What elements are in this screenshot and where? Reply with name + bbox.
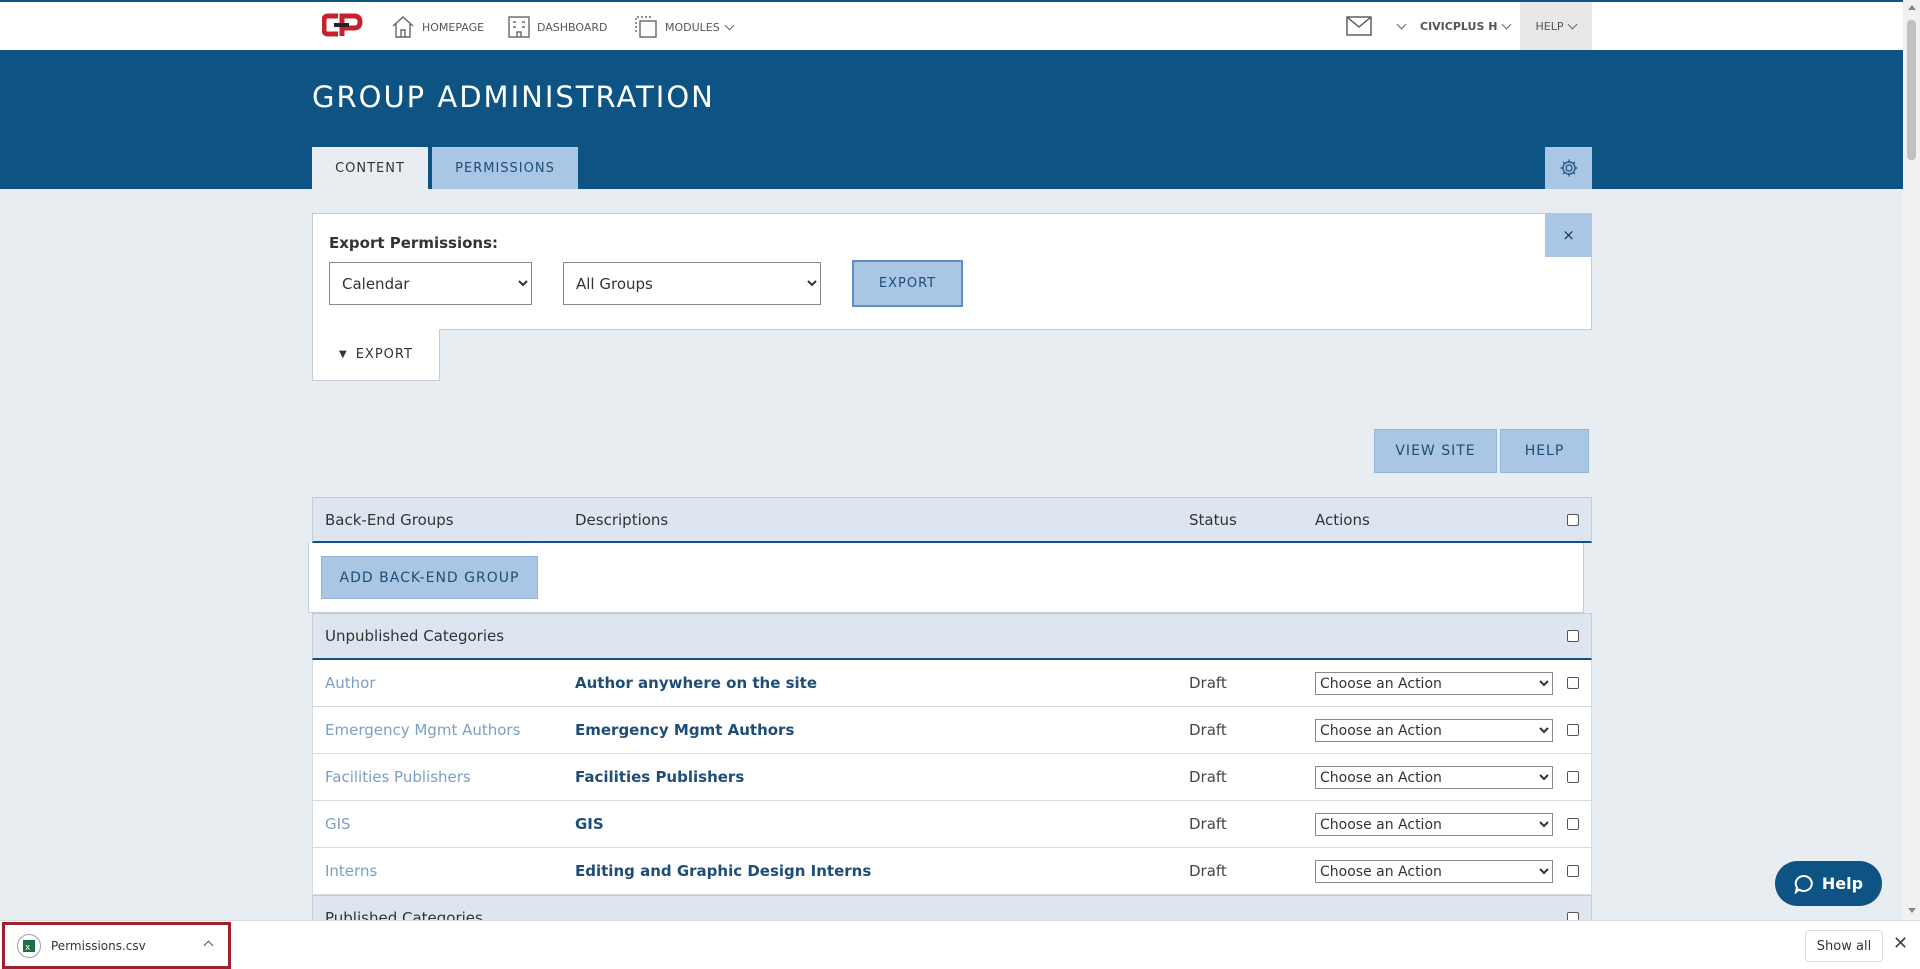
group-description-link[interactable]: GIS [575,815,604,833]
chevron-down-icon [1396,19,1407,29]
download-file-name: Permissions.csv [51,938,146,953]
table-row: Facilities Publishers Facilities Publish… [312,754,1592,801]
chevron-down-icon [1568,19,1578,29]
nav-modules-label: MODULES [665,20,720,34]
group-name-link[interactable]: GIS [325,815,351,833]
building-icon [508,16,530,38]
page-scrollbar[interactable] [1903,0,1920,920]
row-checkbox[interactable] [1567,818,1579,830]
svg-text:x: x [25,943,31,953]
export-toggle-tab[interactable]: ▼ EXPORT [312,329,440,381]
tab-content[interactable]: CONTENT [312,147,428,189]
column-header-status: Status [1189,510,1237,529]
nav-modules[interactable]: MODULES [633,14,735,40]
group-description-link[interactable]: Author anywhere on the site [575,674,817,692]
unpublished-select-checkbox[interactable] [1567,630,1579,642]
scroll-down-arrow-icon[interactable] [1908,908,1916,913]
row-checkbox[interactable] [1567,724,1579,736]
chevron-down-icon [724,20,735,30]
help-chat-label: Help [1821,874,1864,893]
table-row: Interns Editing and Graphic Design Inter… [312,848,1592,895]
select-all-checkbox[interactable] [1567,513,1579,526]
download-item[interactable]: x Permissions.csv [2,922,231,969]
unpublished-categories-row: Unpublished Categories [312,613,1592,660]
close-icon: × [1562,226,1575,244]
group-description-link[interactable]: Facilities Publishers [575,768,744,786]
row-checkbox[interactable] [1567,771,1579,783]
home-icon [392,16,414,38]
chevron-up-icon[interactable] [203,940,214,951]
chevron-down-icon [1501,19,1512,29]
close-download-bar-icon[interactable]: ✕ [1893,935,1908,953]
show-all-downloads-button[interactable]: Show all [1805,930,1883,962]
action-select[interactable]: Choose an Action [1315,813,1553,836]
table-row: Emergency Mgmt Authors Emergency Mgmt Au… [312,707,1592,754]
page-header: GROUP ADMINISTRATION CONTENT PERMISSIONS [0,50,1903,189]
civicplus-logo[interactable] [321,12,364,38]
help-menu[interactable]: HELP [1520,2,1592,50]
settings-button[interactable] [1545,147,1592,189]
action-select[interactable]: Choose an Action [1315,672,1553,695]
download-bar: x Permissions.csv Show all ✕ [0,920,1920,969]
help-button[interactable]: HELP [1500,429,1589,473]
nav-dashboard-label: DASHBOARD [537,20,608,34]
scroll-up-arrow-icon[interactable] [1908,5,1916,10]
module-select[interactable]: Calendar [329,262,532,305]
close-export-panel-button[interactable]: × [1545,213,1592,257]
groups-table: Back-End Groups Descriptions Status Acti… [308,497,1592,942]
add-group-area: ADD BACK-END GROUP [308,543,1584,613]
row-checkbox[interactable] [1567,677,1579,689]
table-row: GIS GIS Draft Choose an Action [312,801,1592,848]
page-title: GROUP ADMINISTRATION [312,80,715,114]
user-name: CIVICPLUS H [1420,19,1498,33]
group-name-link[interactable]: Emergency Mgmt Authors [325,721,520,739]
nav-homepage[interactable]: HOMEPAGE [390,14,484,40]
scrollbar-thumb[interactable] [1907,20,1916,160]
group-select[interactable]: All Groups [563,262,821,305]
unpublished-categories-label: Unpublished Categories [325,627,505,645]
group-status: Draft [1189,721,1227,739]
group-status: Draft [1189,862,1227,880]
add-back-end-group-button[interactable]: ADD BACK-END GROUP [321,556,538,599]
tab-permissions[interactable]: PERMISSIONS [432,147,578,189]
triangle-down-icon: ▼ [339,349,348,360]
mail-icon [1346,16,1372,36]
table-row: Author Author anywhere on the site Draft… [312,660,1592,707]
export-permissions-panel: Export Permissions: Calendar All Groups … [312,213,1592,330]
view-site-button[interactable]: VIEW SITE [1374,429,1497,473]
help-menu-label: HELP [1535,19,1564,33]
top-navigation-bar: HOMEPAGE DASHBOARD MODULES CIVICPLUS H H… [0,0,1903,50]
nav-homepage-label: HOMEPAGE [422,20,485,34]
export-toggle-label: EXPORT [355,347,413,362]
column-header-descriptions: Descriptions [575,510,669,529]
chat-bubble-icon [1794,874,1813,894]
column-header-groups: Back-End Groups [325,510,454,529]
help-chat-button[interactable]: Help [1775,861,1882,906]
group-status: Draft [1189,815,1227,833]
mail-menu[interactable] [1346,2,1407,50]
group-description-link[interactable]: Emergency Mgmt Authors [575,721,794,739]
group-description-link[interactable]: Editing and Graphic Design Interns [575,862,871,880]
group-status: Draft [1189,674,1227,692]
row-checkbox[interactable] [1567,865,1579,877]
column-header-actions: Actions [1315,510,1370,529]
action-select[interactable]: Choose an Action [1315,719,1553,742]
group-name-link[interactable]: Facilities Publishers [325,768,471,786]
csv-file-icon: x [17,933,41,958]
group-status: Draft [1189,768,1227,786]
table-header: Back-End Groups Descriptions Status Acti… [312,497,1592,543]
export-permissions-label: Export Permissions: [329,234,498,252]
group-name-link[interactable]: Interns [325,862,377,880]
export-button[interactable]: EXPORT [852,260,963,307]
group-name-link[interactable]: Author [325,674,376,692]
gear-icon [1560,159,1577,177]
action-select[interactable]: Choose an Action [1315,766,1553,789]
nav-dashboard[interactable]: DASHBOARD [507,14,608,40]
action-select[interactable]: Choose an Action [1315,860,1553,883]
modules-icon [635,16,657,38]
user-menu[interactable]: CIVICPLUS H [1420,2,1512,50]
